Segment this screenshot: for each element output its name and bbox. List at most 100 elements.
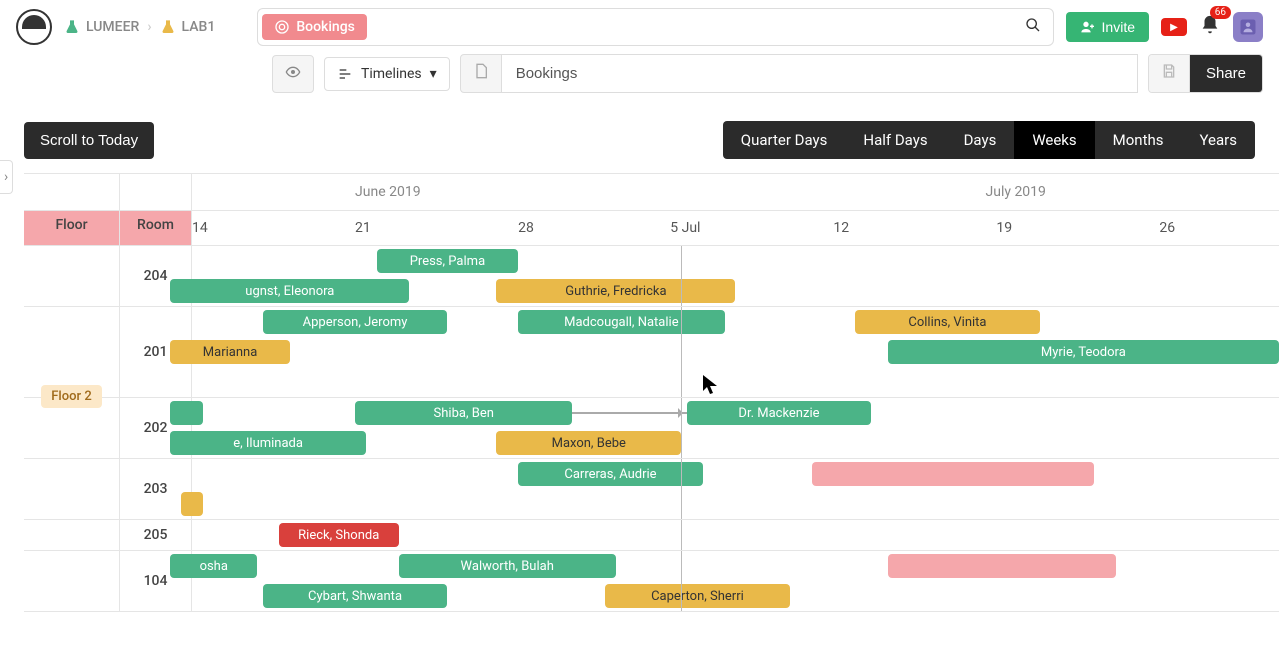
view-name-input[interactable] bbox=[502, 54, 1138, 93]
booking-bar[interactable]: Cybart, Shwanta bbox=[263, 584, 448, 608]
app-logo[interactable] bbox=[16, 9, 52, 45]
booking-bar[interactable]: Guthrie, Fredricka bbox=[496, 279, 735, 303]
booking-bar[interactable]: Walworth, Bulah bbox=[399, 554, 616, 578]
breadcrumb-project[interactable]: LAB1 bbox=[160, 19, 216, 35]
flask-icon bbox=[160, 19, 176, 35]
header-spacer bbox=[24, 174, 120, 210]
month-label: June 2019 bbox=[355, 184, 421, 200]
timeline: June 2019 July 2019 Floor Room 14 21 28 5 Ju… bbox=[24, 173, 1279, 612]
booking-bar[interactable] bbox=[812, 462, 1095, 486]
chevron-right-icon: › bbox=[147, 19, 151, 35]
date-label: 14 bbox=[192, 220, 208, 236]
today-line bbox=[681, 307, 682, 397]
booking-bar[interactable] bbox=[888, 554, 1116, 578]
today-line bbox=[681, 459, 682, 519]
zoom-tab-half-days[interactable]: Half Days bbox=[845, 121, 945, 159]
booking-bar[interactable] bbox=[181, 492, 203, 516]
file-icon bbox=[473, 63, 489, 79]
date-label: 19 bbox=[996, 220, 1012, 236]
avatar-icon bbox=[1239, 18, 1257, 36]
breadcrumb-org[interactable]: LUMEER bbox=[64, 19, 139, 35]
invite-button[interactable]: Invite bbox=[1066, 12, 1149, 42]
user-plus-icon bbox=[1080, 19, 1096, 35]
zoom-tab-quarter-days[interactable]: Quarter Days bbox=[723, 121, 846, 159]
booking-bar[interactable] bbox=[170, 401, 203, 425]
column-header-room: Room bbox=[120, 211, 192, 245]
booking-bar[interactable]: Press, Palma bbox=[377, 249, 518, 273]
header-spacer bbox=[120, 174, 192, 210]
date-label: 5 Jul bbox=[670, 220, 700, 236]
dates-row: 14 21 28 5 Jul 12 19 26 bbox=[192, 211, 1279, 245]
floor-cell bbox=[24, 551, 120, 611]
zoom-tab-days[interactable]: Days bbox=[946, 121, 1015, 159]
expand-sidebar-button[interactable]: › bbox=[0, 160, 13, 194]
youtube-icon[interactable]: ▶ bbox=[1161, 18, 1187, 36]
today-line bbox=[681, 520, 682, 550]
breadcrumb-project-label: LAB1 bbox=[182, 19, 216, 35]
caret-down-icon: ▾ bbox=[430, 66, 437, 82]
booking-bar[interactable]: Caperton, Sherri bbox=[605, 584, 790, 608]
view-mode-dropdown[interactable]: Timelines ▾ bbox=[324, 57, 450, 91]
user-avatar[interactable] bbox=[1233, 12, 1263, 42]
dependency-arrow bbox=[572, 412, 686, 414]
booking-bar[interactable]: Rieck, Shonda bbox=[279, 523, 399, 547]
breadcrumb: LUMEER › LAB1 bbox=[64, 19, 215, 35]
booking-bar[interactable]: Apperson, Jeromy bbox=[263, 310, 448, 334]
date-label: 12 bbox=[833, 220, 849, 236]
view-mode-label: Timelines bbox=[361, 66, 422, 82]
invite-label: Invite bbox=[1102, 19, 1135, 35]
today-line bbox=[681, 398, 682, 458]
search-icon[interactable] bbox=[1013, 9, 1053, 45]
eye-icon bbox=[285, 64, 301, 80]
zoom-tab-years[interactable]: Years bbox=[1182, 121, 1255, 159]
timeline-body[interactable]: Floor 2204Press, Palmaugnst, EleonoraGut… bbox=[24, 246, 1279, 612]
room-cell[interactable]: 205 bbox=[120, 520, 192, 550]
booking-bar[interactable]: Collins, Vinita bbox=[855, 310, 1040, 334]
share-button[interactable]: Share bbox=[1190, 55, 1262, 92]
lane-area[interactable]: oshaWalworth, BulahCybart, ShwantaCapert… bbox=[192, 551, 1279, 611]
date-label: 26 bbox=[1159, 220, 1175, 236]
booking-bar[interactable]: Maxon, Bebe bbox=[496, 431, 681, 455]
today-line bbox=[681, 246, 682, 306]
zoom-tab-weeks[interactable]: Weeks bbox=[1014, 121, 1094, 159]
date-label: 21 bbox=[355, 220, 371, 236]
lane-area[interactable]: Press, Palmaugnst, EleonoraGuthrie, Fred… bbox=[192, 246, 1279, 306]
scroll-today-button[interactable]: Scroll to Today bbox=[24, 122, 154, 159]
zoom-tabs: Quarter DaysHalf DaysDaysWeeksMonthsYear… bbox=[723, 121, 1255, 159]
search-tag-label: Bookings bbox=[296, 19, 355, 35]
chevron-right-icon: › bbox=[4, 169, 8, 185]
visibility-button[interactable] bbox=[272, 55, 314, 93]
booking-bar[interactable]: Marianna bbox=[170, 340, 290, 364]
booking-bar[interactable]: osha bbox=[170, 554, 257, 578]
floor-badge[interactable]: Floor 2 bbox=[41, 385, 101, 408]
search-input[interactable] bbox=[371, 11, 1013, 43]
lifebuoy-icon bbox=[274, 19, 290, 35]
save-button[interactable] bbox=[1149, 55, 1190, 92]
floor-cell: Floor 2 bbox=[24, 246, 120, 546]
lane-area[interactable]: Carreras, Audrie bbox=[192, 459, 1279, 519]
booking-bar[interactable]: Madcougall, Natalie bbox=[518, 310, 725, 334]
months-row: June 2019 July 2019 bbox=[192, 174, 1279, 210]
timelines-icon bbox=[337, 66, 353, 82]
lane-area[interactable]: Shiba, BenDr. Mackenziee, IluminadaMaxon… bbox=[192, 398, 1279, 458]
notifications-button[interactable]: 66 bbox=[1199, 14, 1221, 40]
booking-bar[interactable]: ugnst, Eleonora bbox=[170, 279, 409, 303]
column-header-floor: Floor bbox=[24, 211, 120, 245]
booking-bar[interactable]: Shiba, Ben bbox=[355, 401, 572, 425]
booking-bar[interactable]: Dr. Mackenzie bbox=[687, 401, 872, 425]
search-tag[interactable]: Bookings bbox=[262, 14, 367, 40]
zoom-tab-months[interactable]: Months bbox=[1095, 121, 1182, 159]
lane-area[interactable]: Apperson, Jeromy Madcougall, Natalie Colli… bbox=[192, 307, 1279, 397]
search-bar[interactable]: Bookings bbox=[257, 8, 1053, 46]
booking-bar[interactable]: e, Iluminada bbox=[170, 431, 366, 455]
doc-icon-button[interactable] bbox=[460, 54, 502, 93]
today-line bbox=[681, 551, 682, 611]
month-label: July 2019 bbox=[986, 184, 1046, 200]
lane-area[interactable]: Rieck, Shonda bbox=[192, 520, 1279, 550]
booking-bar[interactable]: Myrie, Teodora bbox=[888, 340, 1279, 364]
breadcrumb-org-label: LUMEER bbox=[86, 19, 139, 35]
notification-badge: 66 bbox=[1210, 6, 1231, 19]
booking-bar[interactable]: Carreras, Audrie bbox=[518, 462, 703, 486]
date-label: 28 bbox=[518, 220, 534, 236]
cursor-icon bbox=[703, 375, 717, 399]
